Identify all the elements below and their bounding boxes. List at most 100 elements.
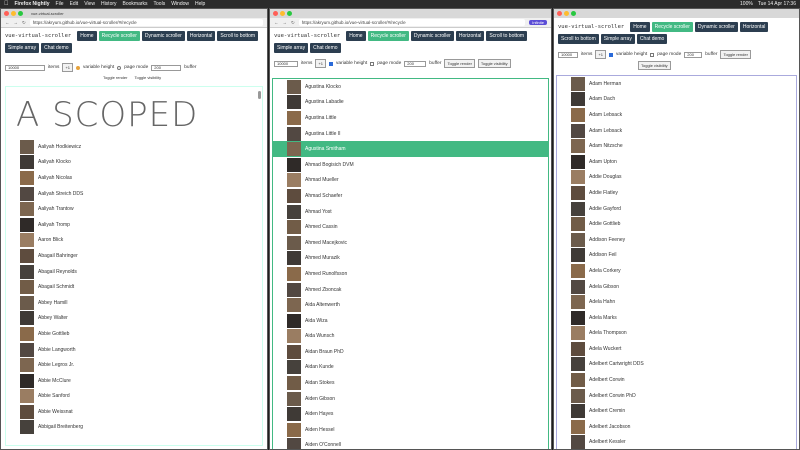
list-item[interactable]: Ahmed Runolfsson [273,266,548,282]
dynamic-scroller-button[interactable]: Dynamic scroller [141,31,185,41]
list-item[interactable]: Addie Gottlieb [557,216,796,232]
list-item[interactable]: Abbie Weissnat [6,404,262,420]
close-window-icon[interactable] [557,11,562,16]
list-item[interactable]: Aaliyah Nicolas [6,170,262,186]
list-item[interactable]: Addie Douglas [557,170,796,186]
infinite-button[interactable]: Infinite [529,20,547,25]
forward-icon[interactable]: → [14,20,19,25]
simple-array-button[interactable]: Simple array [600,34,635,44]
list-item[interactable]: Adela Wuckert [557,341,796,357]
horizontal-button[interactable]: Horizontal [739,22,769,32]
horizontal-button[interactable]: Horizontal [186,31,216,41]
list-item[interactable]: Aiden O'Connell [273,438,548,449]
list-item[interactable]: Adela Corkery [557,263,796,279]
reload-icon[interactable]: ↻ [22,20,26,26]
list-item[interactable]: Adelbert Cremin [557,403,796,419]
list-item[interactable]: Adam Dach [557,92,796,108]
toggle-visibility-button[interactable]: Toggle visibility [638,61,671,70]
page-mode-checkbox[interactable] [650,52,655,57]
menu-tools[interactable]: Tools [154,1,166,7]
list-item[interactable]: Adela Marks [557,310,796,326]
scrollbar[interactable] [258,91,261,99]
scroll-to-bottom-button[interactable]: Scroll to bottom [558,34,599,44]
recycle-scroller-button[interactable]: Recycle scroller [651,22,693,32]
list-item[interactable]: Abbigail Breitenberg [6,420,262,436]
list-item[interactable]: Adela Thompson [557,326,796,342]
home-button[interactable]: Home [77,31,97,41]
list-item[interactable]: Aaliyah Trantow [6,201,262,217]
list-item[interactable]: Adela Gibson [557,279,796,295]
list-item[interactable]: Ahmad Schaefer [273,188,548,204]
list-item[interactable]: Adelbert Cartwright DDS [557,357,796,373]
list-item[interactable]: Aida Wiza [273,313,548,329]
minimize-window-icon[interactable] [280,11,285,16]
list-item[interactable]: Abagail Schmidt [6,279,262,295]
home-button[interactable]: Home [346,31,366,41]
list-item[interactable]: Agustina Klocko [273,79,548,95]
list-item[interactable]: Adam Lebsack [557,107,796,123]
list-item[interactable]: Abbie Sanford [6,389,262,405]
toggle-visibility-button[interactable]: Toggle visibility [132,74,163,81]
home-button[interactable]: Home [630,22,650,32]
list-item[interactable]: Aida Wunsch [273,329,548,345]
list-item[interactable]: Adam Lebsack [557,123,796,139]
variable-height-radio[interactable] [76,65,81,70]
menu-file[interactable]: File [56,1,64,7]
tab-title[interactable]: vue-virtual-scroller [31,11,64,16]
list-item[interactable]: Addison Feil [557,248,796,264]
menu-view[interactable]: View [84,1,95,7]
menu-bookmarks[interactable]: Bookmarks [123,1,148,7]
back-icon[interactable]: ← [274,20,279,25]
list-item[interactable]: Aidan Stokes [273,375,548,391]
menu-history[interactable]: History [101,1,117,7]
list-item[interactable]: Abagail Reynolds [6,264,262,280]
simple-array-button[interactable]: Simple array [274,43,309,53]
list-item[interactable]: Addie Gayford [557,201,796,217]
list-item[interactable]: Adam Herman [557,76,796,92]
variable-height-checkbox[interactable] [609,52,614,57]
page-mode-radio[interactable] [117,65,122,70]
list-item[interactable]: Aiden Hessel [273,422,548,438]
menu-window[interactable]: Window [171,1,189,7]
buffer-input[interactable]: 200 [151,64,182,71]
chat-demo-button[interactable]: Chat demo [310,43,341,53]
list-item[interactable]: Ahmad Yost [273,204,548,220]
buffer-input[interactable]: 200 [404,60,427,67]
list-item[interactable]: Agustina Smitham [273,141,548,157]
list-item[interactable]: Abbey Hamill [6,295,262,311]
menu-help[interactable]: Help [195,1,205,7]
variable-height-checkbox[interactable] [329,61,334,66]
recycle-scroller-button[interactable]: Recycle scroller [367,31,409,41]
recycle-scroller[interactable]: A SCOPED Aaliyah Hodkiewicz Aaliyah Klock… [5,86,263,446]
add-one-button[interactable]: +1 [315,59,327,68]
toggle-render-button[interactable]: Toggle render [720,50,751,59]
minimize-window-icon[interactable] [11,11,16,16]
list-item[interactable]: Adelbert Kessler [557,435,796,449]
list-item[interactable]: Addie Flatley [557,185,796,201]
back-icon[interactable]: ← [5,20,10,25]
list-item[interactable]: Adelbert Corwin [557,372,796,388]
add-one-button[interactable]: +1 [62,63,74,72]
recycle-scroller[interactable]: Agustina Klocko Agustina Labadie Agustina … [272,78,549,449]
recycle-scroller-button[interactable]: Recycle scroller [98,31,140,41]
list-item[interactable]: Aidan Kunde [273,360,548,376]
close-window-icon[interactable] [4,11,9,16]
list-item[interactable]: Adela Hahn [557,294,796,310]
chat-demo-button[interactable]: Chat demo [636,34,668,44]
list-item[interactable]: Aaliyah Tromp [6,217,262,233]
list-item[interactable]: Agustina Labadie [273,95,548,111]
list-item[interactable]: Agustina Little II [273,126,548,142]
reload-icon[interactable]: ↻ [291,20,295,26]
list-item[interactable]: Abagail Bahringer [6,248,262,264]
forward-icon[interactable]: → [283,20,288,25]
toggle-render-button[interactable]: Toggle render [101,74,129,81]
zoom-window-icon[interactable] [287,11,292,16]
list-item[interactable]: Ahmed Macejkovic [273,235,548,251]
scroll-to-bottom-button[interactable]: Scroll to bottom [486,31,528,41]
minimize-window-icon[interactable] [564,11,569,16]
list-item[interactable]: Ahmad Mueller [273,173,548,189]
zoom-window-icon[interactable] [571,11,576,16]
close-window-icon[interactable] [273,11,278,16]
toggle-render-button[interactable]: Toggle render [444,59,475,68]
list-item[interactable]: Ahmad Bogisich DVM [273,157,548,173]
